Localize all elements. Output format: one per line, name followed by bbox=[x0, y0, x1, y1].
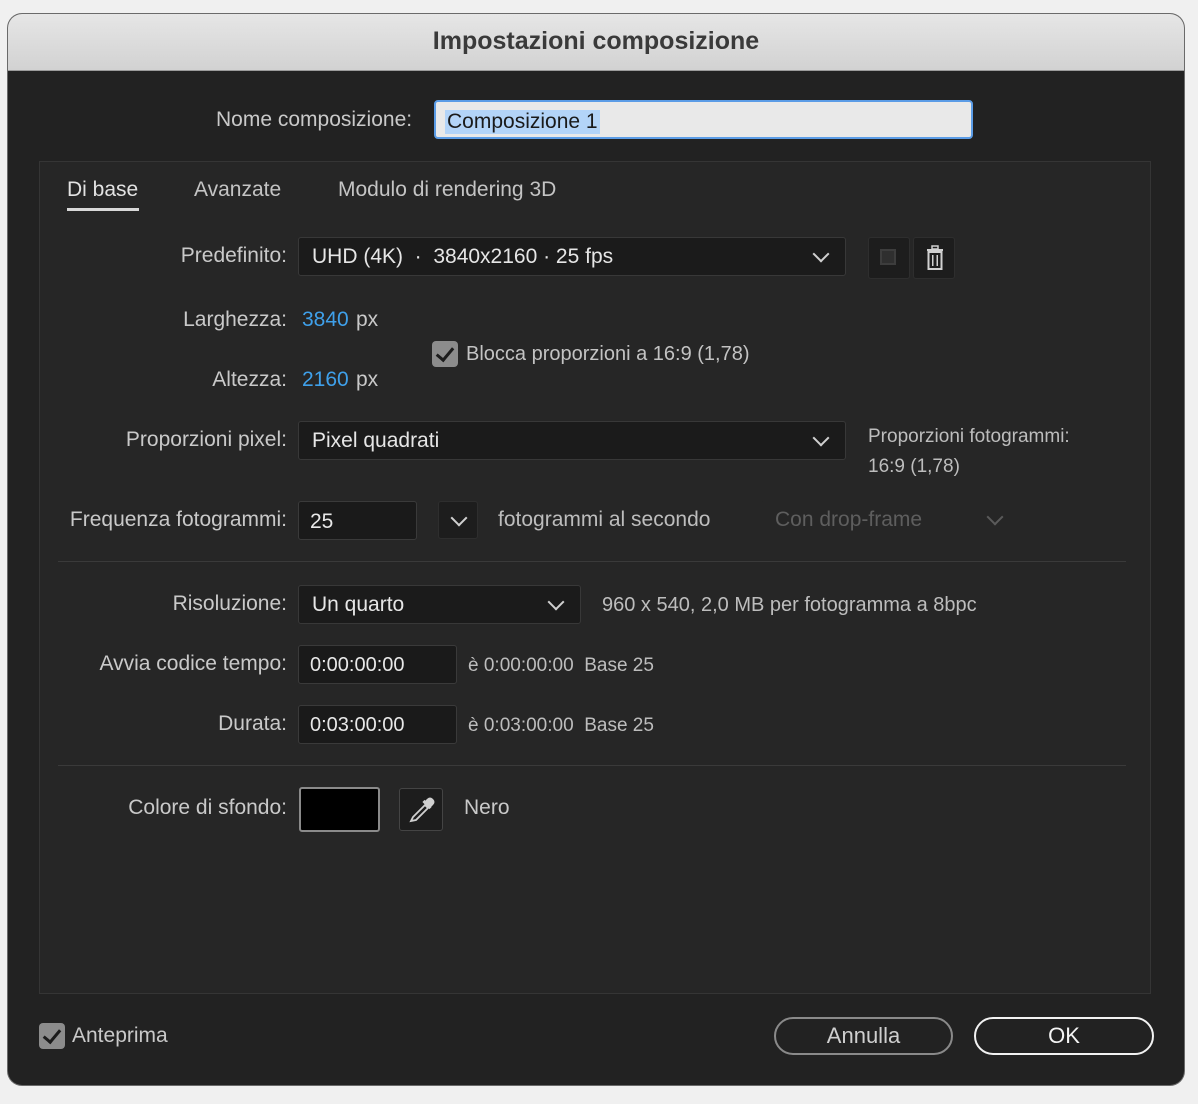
pixel-aspect-value: Pixel quadrati bbox=[312, 429, 440, 452]
lock-aspect-label: Blocca proporzioni a 16:9 (1,78) bbox=[466, 343, 750, 365]
resolution-info: 960 x 540, 2,0 MB per fotogramma a 8bpc bbox=[602, 594, 977, 616]
height-unit: px bbox=[356, 368, 379, 391]
frame-rate-label: Frequenza fotogrammi: bbox=[69, 508, 287, 531]
preset-dropdown[interactable]: UHD (4K) · 3840x2160 · 25 fps bbox=[298, 237, 846, 276]
width-label: Larghezza: bbox=[183, 308, 287, 331]
width-unit: px bbox=[356, 308, 379, 331]
frame-rate-menu-button[interactable] bbox=[438, 501, 478, 539]
delete-preset-button[interactable] bbox=[913, 237, 955, 279]
tab-3d-renderer[interactable]: Modulo di rendering 3D bbox=[338, 178, 556, 202]
duration-input[interactable]: 0:03:00:00 bbox=[298, 705, 457, 744]
preview-checkbox[interactable] bbox=[39, 1023, 65, 1049]
duration-label: Durata: bbox=[218, 712, 287, 735]
tab-advanced[interactable]: Avanzate bbox=[194, 178, 281, 202]
height-label: Altezza: bbox=[212, 368, 287, 391]
eyedropper-button[interactable] bbox=[399, 788, 443, 831]
background-color-label: Colore di sfondo: bbox=[128, 796, 287, 819]
chevron-down-icon bbox=[812, 245, 830, 263]
resolution-label: Risoluzione: bbox=[172, 592, 287, 615]
composition-name-input[interactable]: Composizione 1 bbox=[434, 100, 973, 139]
start-timecode-input[interactable]: 0:00:00:00 bbox=[298, 645, 457, 684]
preset-value: UHD (4K) · 3840x2160 · 25 fps bbox=[312, 245, 614, 268]
tab-basic-underline bbox=[67, 208, 139, 211]
frame-rate-unit: fotogrammi al secondo bbox=[498, 508, 711, 531]
start-timecode-info: è 0:00:00:00 Base 25 bbox=[468, 655, 654, 676]
drop-frame-value: Con drop-frame bbox=[775, 508, 923, 531]
preview-label: Anteprima bbox=[72, 1024, 168, 1047]
background-color-name: Nero bbox=[464, 796, 510, 819]
dialog-title: Impostazioni composizione bbox=[8, 14, 1184, 71]
settings-panel bbox=[39, 161, 1151, 994]
duration-info: è 0:03:00:00 Base 25 bbox=[468, 715, 654, 736]
divider bbox=[58, 561, 1126, 562]
tab-basic[interactable]: Di base bbox=[67, 178, 138, 202]
frame-aspect-value: 16:9 (1,78) bbox=[868, 456, 960, 477]
chevron-down-icon bbox=[547, 593, 565, 611]
start-timecode-label: Avvia codice tempo: bbox=[99, 652, 287, 675]
drop-frame-dropdown: Con drop-frame bbox=[761, 501, 1015, 540]
width-value[interactable]: 3840 bbox=[302, 308, 349, 332]
composition-name-label: Nome composizione: bbox=[216, 108, 413, 131]
chevron-down-icon bbox=[986, 508, 1004, 526]
chevron-down-icon bbox=[812, 429, 830, 447]
trash-icon bbox=[927, 245, 943, 270]
lock-aspect-checkbox[interactable] bbox=[432, 341, 458, 367]
background-color-swatch[interactable] bbox=[299, 787, 380, 832]
composition-settings-dialog: Impostazioni composizione Nome composizi… bbox=[8, 14, 1184, 1085]
frame-aspect-title: Proporzioni fotogrammi: bbox=[868, 426, 1070, 447]
divider bbox=[58, 765, 1126, 766]
resolution-dropdown[interactable]: Un quarto bbox=[298, 585, 581, 624]
save-preset-button[interactable] bbox=[868, 237, 910, 279]
pixel-aspect-dropdown[interactable]: Pixel quadrati bbox=[298, 421, 846, 460]
eyedropper-icon bbox=[409, 797, 435, 823]
chevron-down-icon bbox=[450, 509, 468, 527]
ok-button[interactable]: OK bbox=[974, 1017, 1154, 1055]
frame-rate-input[interactable]: 25 bbox=[298, 501, 417, 540]
resolution-value: Un quarto bbox=[312, 593, 405, 616]
cancel-button[interactable]: Annulla bbox=[774, 1017, 953, 1055]
preset-label: Predefinito: bbox=[180, 244, 287, 267]
height-value[interactable]: 2160 bbox=[302, 368, 349, 392]
save-preset-icon bbox=[880, 249, 896, 265]
composition-name-value: Composizione 1 bbox=[445, 110, 600, 134]
pixel-aspect-label: Proporzioni pixel: bbox=[125, 428, 287, 451]
